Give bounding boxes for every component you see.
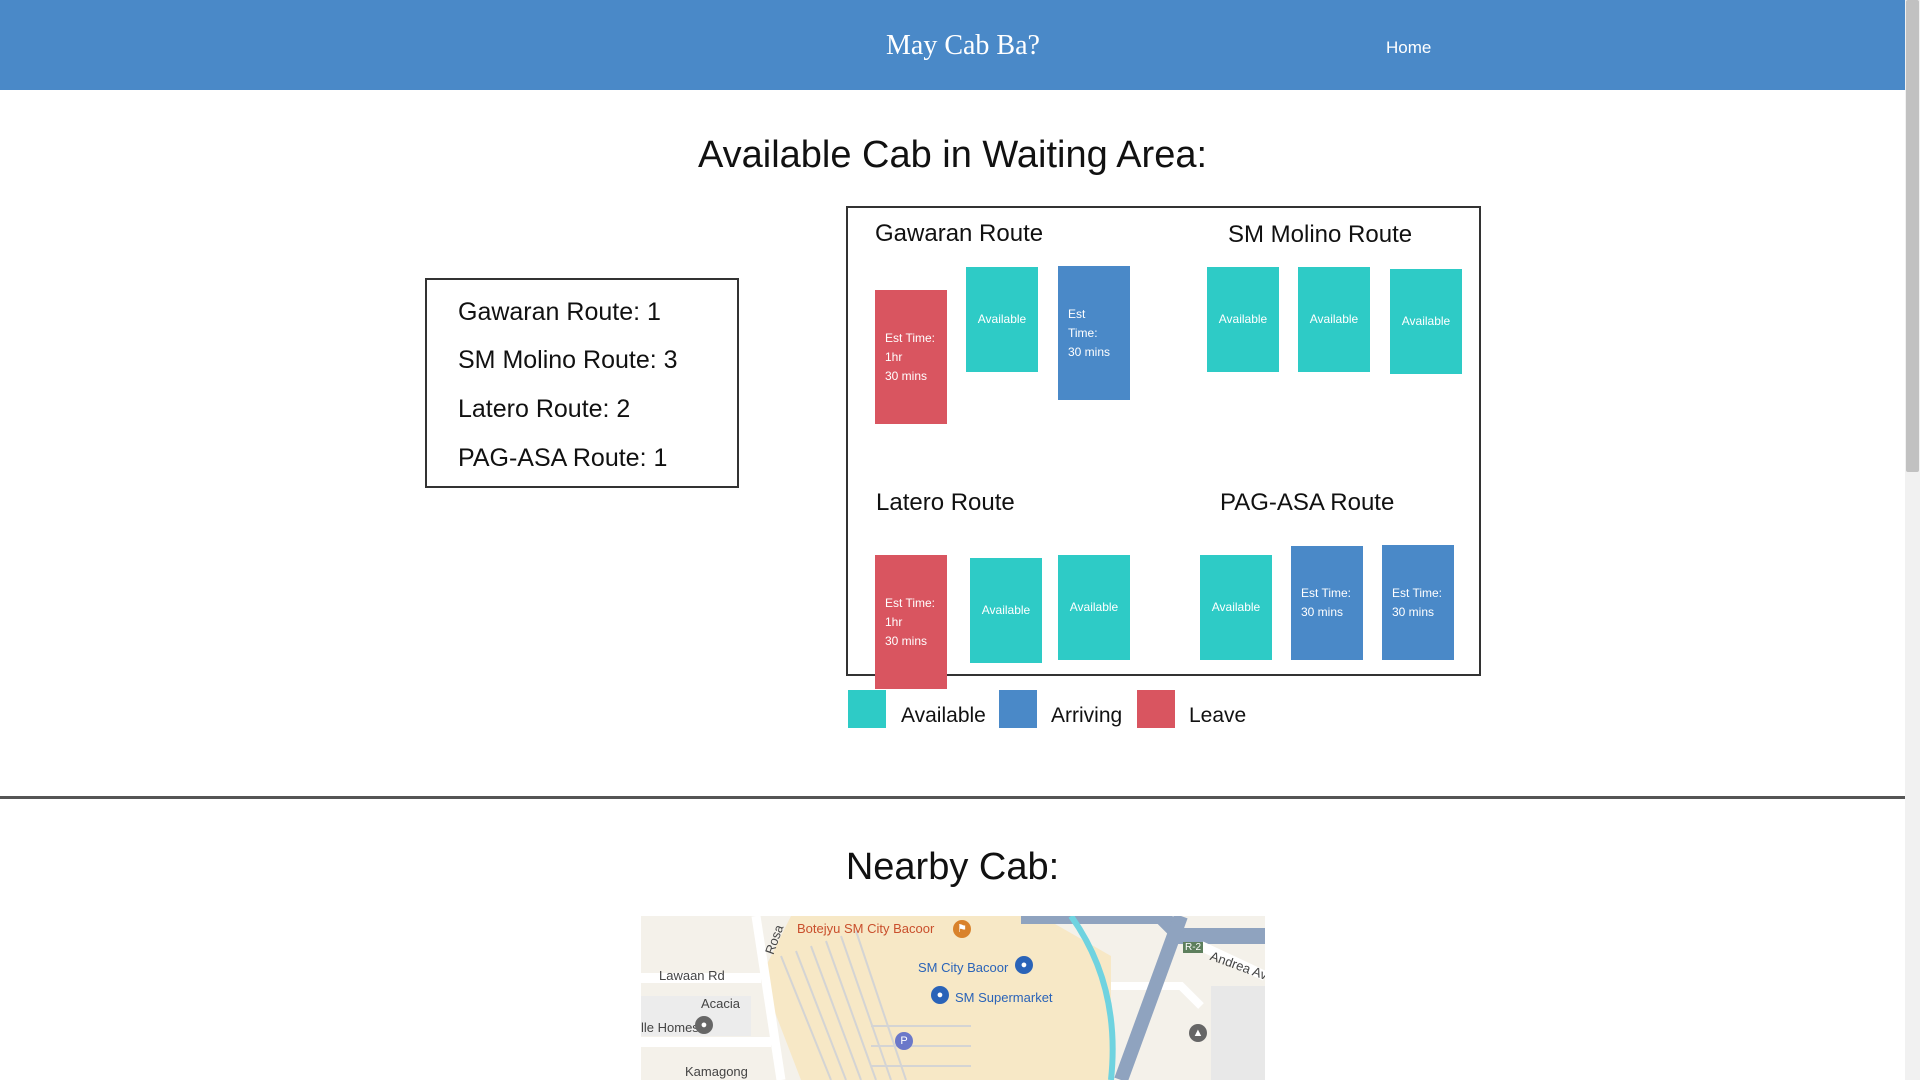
map-label-kamagong: Kamagong [685, 1064, 748, 1079]
map-label-lawaan: Lawaan Rd [659, 968, 725, 983]
navbar: May Cab Ba? Home [0, 0, 1905, 90]
summary-latero: Latero Route: 2 [458, 395, 631, 423]
cab-sm-molino-2[interactable]: Available [1298, 267, 1370, 372]
map-label-sm-city: SM City Bacoor [918, 960, 1009, 975]
map-label-sm-supermarket: SM Supermarket [955, 990, 1053, 1005]
cab-gawaran-1[interactable]: Est Time: 1hr 30 mins [875, 290, 947, 424]
school-pin-icon[interactable]: ▲ [1189, 1024, 1207, 1042]
parking-pin-icon[interactable]: P [895, 1032, 913, 1050]
cab-gawaran-2[interactable]: Available [966, 267, 1038, 372]
cab-pag-asa-2[interactable]: Est Time: 30 mins [1291, 546, 1363, 660]
map-label-botejyu: Botejyu SM City Bacoor [797, 921, 935, 936]
route-title-latero: Latero Route [876, 489, 1015, 516]
place-pin-icon[interactable]: ● [695, 1016, 713, 1034]
cab-pag-asa-1[interactable]: Available [1200, 555, 1272, 660]
cab-latero-1[interactable]: Est Time: 1hr 30 mins [875, 555, 947, 689]
summary-sm-molino: SM Molino Route: 3 [458, 346, 678, 374]
legend-available-swatch [848, 690, 886, 728]
nearby-map[interactable]: Botejyu SM City Bacoor SM City Bacoor SM… [641, 916, 1265, 1080]
scrollbar-thumb[interactable] [1906, 0, 1919, 472]
waiting-area-title: Available Cab in Waiting Area: [697, 134, 1208, 176]
legend-arriving-label: Arriving [1051, 704, 1123, 727]
legend-leave-label: Leave [1189, 704, 1247, 727]
map-label-r2: R-2 [1183, 942, 1204, 953]
route-summary-box: Gawaran Route: 1 SM Molino Route: 3 Late… [425, 278, 739, 488]
section-divider [0, 796, 1905, 799]
route-title-pag-asa: PAG-ASA Route [1220, 489, 1395, 516]
route-title-sm-molino: SM Molino Route [1228, 221, 1413, 248]
restaurant-pin-icon[interactable]: ⚑ [953, 920, 971, 938]
route-title-gawaran: Gawaran Route [875, 220, 1044, 247]
cab-pag-asa-3[interactable]: Est Time: 30 mins [1382, 545, 1454, 660]
map-label-acacia: Acacia [701, 996, 741, 1011]
map-label-homes: lle Homes [641, 1020, 699, 1035]
legend-arriving-swatch [999, 690, 1037, 728]
summary-pag-asa: PAG-ASA Route: 1 [458, 444, 668, 472]
nearby-cab-title: Nearby Cab: [845, 846, 1060, 888]
shopping-pin-icon[interactable]: ● [1015, 956, 1033, 974]
cab-latero-2[interactable]: Available [970, 558, 1042, 663]
cab-sm-molino-3[interactable]: Available [1390, 269, 1462, 374]
routes-box: Gawaran Route Est Time: 1hr 30 mins Avai… [846, 206, 1481, 689]
cab-latero-3[interactable]: Available [1058, 555, 1130, 660]
legend-leave-swatch [1137, 690, 1175, 728]
nav-home-link[interactable]: Home [1386, 38, 1431, 58]
summary-gawaran: Gawaran Route: 1 [458, 298, 661, 326]
brand-title[interactable]: May Cab Ba? [886, 30, 1040, 62]
legend-available-label: Available [901, 704, 986, 727]
cab-sm-molino-1[interactable]: Available [1207, 267, 1279, 372]
cart-pin-icon[interactable]: ● [931, 986, 949, 1004]
cab-gawaran-3[interactable]: Est Time: 30 mins [1058, 266, 1130, 400]
